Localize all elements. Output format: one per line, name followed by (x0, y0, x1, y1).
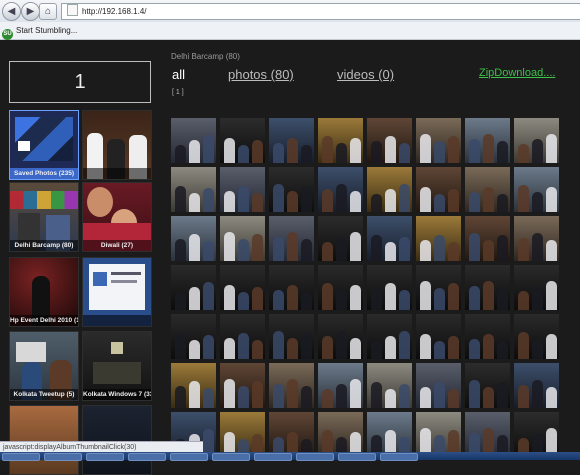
photo-thumbnail[interactable] (220, 167, 265, 212)
photo-thumbnail[interactable] (220, 363, 265, 408)
address-bar[interactable]: http://192.168.1.4/ (61, 3, 580, 20)
photo-thumbnail[interactable] (514, 363, 559, 408)
back-arrow-icon: ◀ (7, 6, 16, 17)
photo-thumbnail[interactable] (269, 167, 314, 212)
photo-thumbnail[interactable] (220, 412, 265, 453)
url-text: http://192.168.1.4/ (82, 7, 147, 16)
album-partial-2[interactable] (82, 405, 152, 475)
album-hp-event[interactable]: Hp Event Delhi 2010 (12) (9, 257, 79, 327)
start-stumbling-link[interactable]: Start Stumbling... (16, 26, 77, 35)
photo-thumbnail[interactable] (465, 216, 510, 261)
photo-thumbnail[interactable] (171, 118, 216, 163)
photo-thumbnail[interactable] (269, 363, 314, 408)
album-label: Diwali (27) (83, 240, 151, 251)
stumbleupon-toolbar: SU Start Stumbling... (0, 22, 580, 40)
photo-thumbnail[interactable] (367, 167, 412, 212)
photo-thumbnail[interactable] (171, 363, 216, 408)
photo-thumbnail[interactable] (367, 412, 412, 453)
album-kolkata-tweetup[interactable]: Kolkata Tweetup (5) (9, 331, 79, 401)
album-hyderabad-open-day[interactable] (82, 257, 152, 327)
home-button[interactable]: ⌂ (39, 3, 57, 20)
stumbleupon-logo-icon[interactable]: SU (2, 29, 13, 40)
photo-thumbnail[interactable] (514, 167, 559, 212)
photo-grid (171, 118, 571, 453)
photo-thumbnail[interactable] (514, 216, 559, 261)
album-label (10, 463, 78, 474)
photo-thumbnail[interactable] (367, 265, 412, 310)
photo-thumbnail[interactable] (171, 265, 216, 310)
photo-thumbnail[interactable] (220, 265, 265, 310)
photo-thumbnail[interactable] (220, 314, 265, 359)
photo-thumbnail[interactable] (171, 216, 216, 261)
photo-thumbnail[interactable] (367, 216, 412, 261)
album-kolkata-windows-7[interactable]: Kolkata Windows 7 (33) (82, 331, 152, 401)
tab-all[interactable]: all (172, 67, 185, 82)
album-saved-photos[interactable]: Saved Photos (235) (9, 110, 79, 180)
album-label: Delhi Barcamp (80) (10, 240, 78, 251)
photo-thumbnail[interactable] (514, 118, 559, 163)
browser-toolbar: ◀ ▶ ⌂ http://192.168.1.4/ (0, 0, 580, 23)
photo-thumbnail[interactable] (465, 363, 510, 408)
photo-thumbnail[interactable] (416, 118, 461, 163)
photo-thumbnail[interactable] (367, 363, 412, 408)
album-diwali[interactable]: Diwali (27) (82, 182, 152, 252)
forward-arrow-icon: ▶ (26, 6, 35, 17)
photo-thumbnail[interactable] (465, 314, 510, 359)
photo-thumbnail[interactable] (269, 314, 314, 359)
photo-thumbnail[interactable] (220, 216, 265, 261)
photo-thumbnail[interactable] (318, 118, 363, 163)
photo-thumbnail[interactable] (514, 412, 559, 453)
photo-thumbnail[interactable] (318, 265, 363, 310)
photo-thumbnail[interactable] (465, 265, 510, 310)
photo-thumbnail[interactable] (514, 265, 559, 310)
photo-thumbnail[interactable] (416, 412, 461, 453)
photo-thumbnail[interactable] (416, 363, 461, 408)
photo-thumbnail[interactable] (269, 118, 314, 163)
album-label: Kolkata Windows 7 (33) (83, 389, 151, 400)
photo-thumbnail[interactable] (416, 314, 461, 359)
tab-photos[interactable]: photos (80) (228, 67, 294, 82)
album-label (83, 168, 151, 179)
photo-thumbnail[interactable] (416, 216, 461, 261)
taskbar (0, 452, 580, 461)
album-label (83, 315, 151, 326)
home-icon: ⌂ (44, 6, 52, 17)
photo-thumbnail[interactable] (416, 167, 461, 212)
photo-thumbnail[interactable] (318, 363, 363, 408)
photo-thumbnail[interactable] (318, 412, 363, 453)
photo-thumbnail[interactable] (416, 265, 461, 310)
photo-thumbnail[interactable] (171, 167, 216, 212)
album-label: Kolkata Tweetup (5) (10, 389, 78, 400)
photo-thumbnail[interactable] (269, 412, 314, 453)
album-delhi-barcamp[interactable]: Delhi Barcamp (80) (9, 182, 79, 252)
forward-button[interactable]: ▶ (21, 2, 40, 21)
photo-thumbnail[interactable] (171, 314, 216, 359)
album-label (83, 463, 151, 474)
photo-thumbnail[interactable] (465, 118, 510, 163)
photo-counter: 1 (9, 61, 151, 103)
photo-thumbnail[interactable] (465, 167, 510, 212)
back-button[interactable]: ◀ (2, 2, 21, 21)
photo-thumbnail[interactable] (318, 314, 363, 359)
album-label: Saved Photos (235) (10, 168, 78, 179)
tab-videos[interactable]: videos (0) (337, 67, 394, 82)
photo-thumbnail[interactable] (367, 118, 412, 163)
album-title: Delhi Barcamp (80) (171, 52, 240, 61)
zip-download-link[interactable]: ZipDownload.... (479, 67, 555, 79)
page-number[interactable]: [ 1 ] (172, 89, 184, 96)
photo-thumbnail[interactable] (220, 118, 265, 163)
photo-thumbnail[interactable] (318, 167, 363, 212)
page-icon (67, 4, 78, 16)
album-partial-1[interactable] (9, 405, 79, 475)
photo-thumbnail[interactable] (318, 216, 363, 261)
photo-thumbnail[interactable] (514, 314, 559, 359)
album-label: Hp Event Delhi 2010 (12) (10, 315, 78, 326)
photo-thumbnail[interactable] (465, 412, 510, 453)
photo-thumbnail[interactable] (367, 314, 412, 359)
photo-thumbnail[interactable] (269, 216, 314, 261)
photo-thumbnail[interactable] (269, 265, 314, 310)
album-teched[interactable] (82, 110, 152, 180)
